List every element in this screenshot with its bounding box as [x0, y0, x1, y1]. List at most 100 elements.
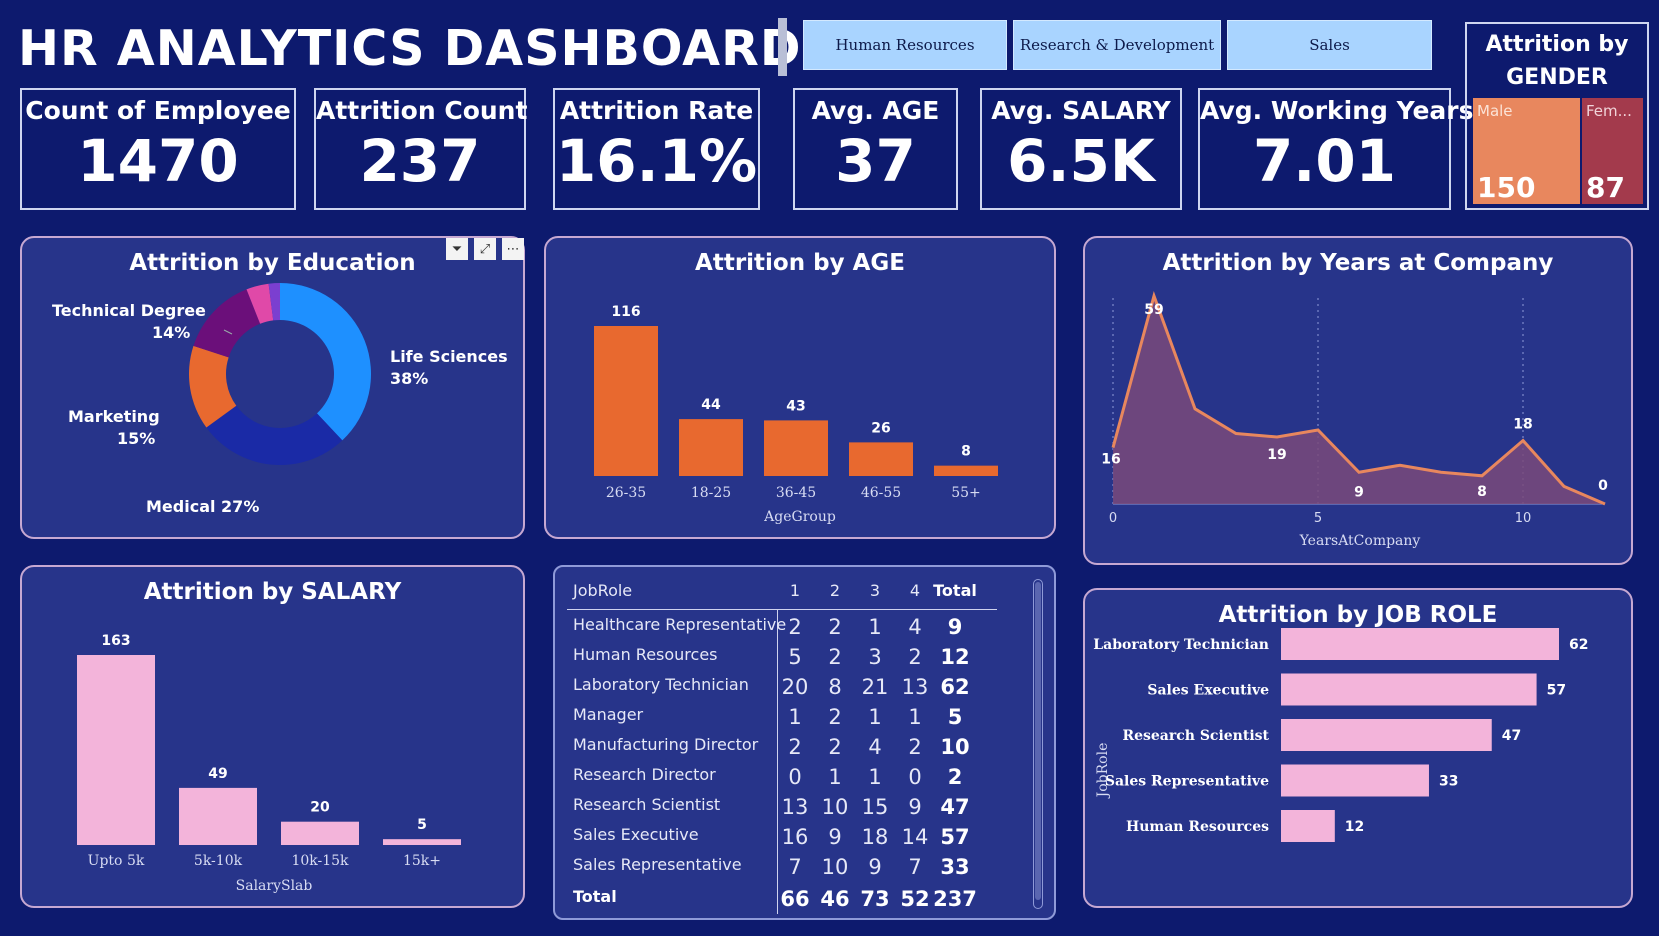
bar-data-label: 12: [1345, 819, 1364, 835]
bar[interactable]: [934, 465, 998, 476]
bar[interactable]: [281, 821, 359, 845]
matrix-row-label: Research Director: [573, 765, 716, 784]
salary-x-axis-label: SalarySlab: [236, 878, 313, 894]
matrix-cell: 1: [788, 705, 802, 729]
area-data-label: 18: [1513, 417, 1532, 433]
matrix-cell: 10: [821, 855, 849, 879]
years-x-axis-label: YearsAtCompany: [1299, 533, 1421, 549]
bar-category-label: Sales Representative: [1105, 774, 1269, 790]
bar-category-label: Sales Executive: [1147, 683, 1269, 699]
slicer-human-resources[interactable]: Human Resources: [803, 20, 1007, 70]
gender-male-value: 150: [1477, 171, 1536, 204]
page-title: HR ANALYTICS DASHBOARD: [18, 20, 802, 77]
gender-male-tile[interactable]: Male 150: [1473, 98, 1580, 204]
x-tick-label: 10: [1515, 511, 1532, 526]
matrix-row-label: Healthcare Representative: [573, 615, 787, 634]
bar[interactable]: [383, 839, 461, 845]
kpi-label: Avg. SALARY: [991, 96, 1171, 125]
bar[interactable]: [849, 442, 913, 476]
matrix-total-label: Total: [573, 887, 617, 906]
bar-category-label: 5k-10k: [194, 853, 243, 869]
kpi-label: Count of Employee: [25, 96, 291, 125]
bar[interactable]: [1281, 810, 1335, 842]
jobrole-matrix-panel: JobRole 1 2 3 4 Total Healthcare Representativ…: [553, 565, 1056, 920]
bar-data-label: 5: [417, 817, 427, 833]
matrix-cell: 18: [861, 825, 889, 849]
gender-female-tile[interactable]: Fem... 87: [1582, 98, 1643, 204]
focus-mode-icon[interactable]: ⤢: [474, 238, 496, 260]
kpi-attrition-count: Attrition Count 237: [314, 88, 527, 210]
years-area-chart: 0 5 10 16 59 19 9 18 8 0 YearsAtCompany: [1101, 291, 1608, 549]
matrix-total-cell: 10: [940, 735, 970, 759]
bar[interactable]: [594, 326, 658, 476]
kpi-value: 1470: [77, 127, 239, 195]
matrix-header-jobrole: JobRole: [573, 581, 633, 600]
kpi-label: Avg. Working Years: [1200, 96, 1474, 125]
bar[interactable]: [1281, 719, 1492, 751]
matrix-row-label: Manufacturing Director: [573, 735, 759, 754]
matrix-total-cell: 66: [780, 887, 810, 911]
bar[interactable]: [764, 420, 828, 476]
bar-data-label: 8: [961, 444, 971, 460]
gender-title-line2: GENDER: [1506, 65, 1608, 90]
bar-data-label: 26: [871, 420, 890, 436]
gender-title-line1: Attrition by: [1485, 32, 1629, 57]
gender-female-label: Fem...: [1586, 102, 1632, 120]
donut-slice[interactable]: [280, 283, 372, 441]
slicer-sales[interactable]: Sales: [1227, 20, 1432, 70]
slicer-research-development[interactable]: Research & Development: [1013, 20, 1221, 70]
label-technical-degree: Technical Degree: [52, 301, 206, 320]
matrix-row-label: Research Scientist: [573, 795, 721, 814]
kpi-label: Avg. AGE: [811, 96, 940, 125]
matrix-scroll-thumb[interactable]: [1035, 582, 1041, 900]
matrix-row-label: Human Resources: [573, 645, 718, 664]
kpi-avg-age: Avg. AGE 37: [793, 88, 958, 210]
age-bar-chart: 116 26-35 44 18-25 43 36-45 26 46-55 8 55+ AgeGro…: [594, 304, 998, 525]
bar-category-label: 10k-15k: [291, 853, 349, 869]
attrition-by-years-panel: Attrition by Years at Company 0 5 10 16 59 19…: [1083, 236, 1633, 565]
matrix-total-cell: 5: [947, 705, 963, 729]
matrix-cell: 2: [828, 735, 842, 759]
more-options-icon[interactable]: ⋯: [502, 238, 524, 260]
bar-category-label: 18-25: [691, 485, 731, 501]
title-divider: [778, 18, 787, 76]
bar-category-label: Upto 5k: [88, 853, 145, 869]
matrix-header-cell: 2: [829, 581, 841, 600]
matrix-total-cell: 9: [947, 615, 963, 639]
area-data-label: 9: [1354, 484, 1364, 500]
gender-male-label: Male: [1477, 102, 1513, 120]
filter-icon[interactable]: ⏷: [446, 238, 468, 260]
bar[interactable]: [1281, 673, 1537, 706]
matrix-scrollbar[interactable]: [1033, 579, 1043, 909]
kpi-value: 6.5K: [1007, 127, 1155, 195]
bar[interactable]: [77, 655, 155, 845]
gender-title: Attrition by GENDER: [1467, 28, 1647, 94]
donut-slice[interactable]: [193, 289, 261, 358]
label-marketing-pct: 15%: [117, 429, 155, 448]
matrix-cell: 10: [821, 795, 849, 819]
bar-data-label: 44: [701, 397, 721, 413]
bar-data-label: 33: [1439, 774, 1458, 790]
matrix-row-label: Sales Representative: [573, 855, 742, 874]
bar[interactable]: [1281, 628, 1559, 660]
jobrole-matrix: JobRole 1 2 3 4 Total Healthcare Representativ…: [555, 567, 1058, 922]
jobrole-bar-chart: 62 Laboratory Technician 57 Sales Executive…: [1093, 628, 1588, 842]
bar-category-label: 46-55: [861, 485, 901, 501]
bar[interactable]: [179, 787, 257, 845]
bar-category-label: Laboratory Technician: [1093, 637, 1269, 653]
matrix-header-cell: 1: [789, 581, 801, 600]
donut-slices: [189, 283, 372, 466]
matrix-cell: 4: [868, 735, 882, 759]
matrix-cell: 2: [828, 645, 842, 669]
matrix-grand-total: 237: [933, 887, 977, 911]
matrix-cell: 0: [788, 765, 802, 789]
bar[interactable]: [679, 419, 743, 476]
matrix-divider: [567, 609, 997, 610]
matrix-cell: 3: [868, 645, 882, 669]
bar[interactable]: [1281, 764, 1429, 797]
matrix-cell: 5: [788, 645, 802, 669]
bar-data-label: 62: [1569, 637, 1588, 653]
label-technical-degree-pct: 14%: [152, 323, 190, 342]
bar-data-label: 47: [1502, 728, 1521, 744]
bar-category-label: Research Scientist: [1122, 728, 1269, 744]
